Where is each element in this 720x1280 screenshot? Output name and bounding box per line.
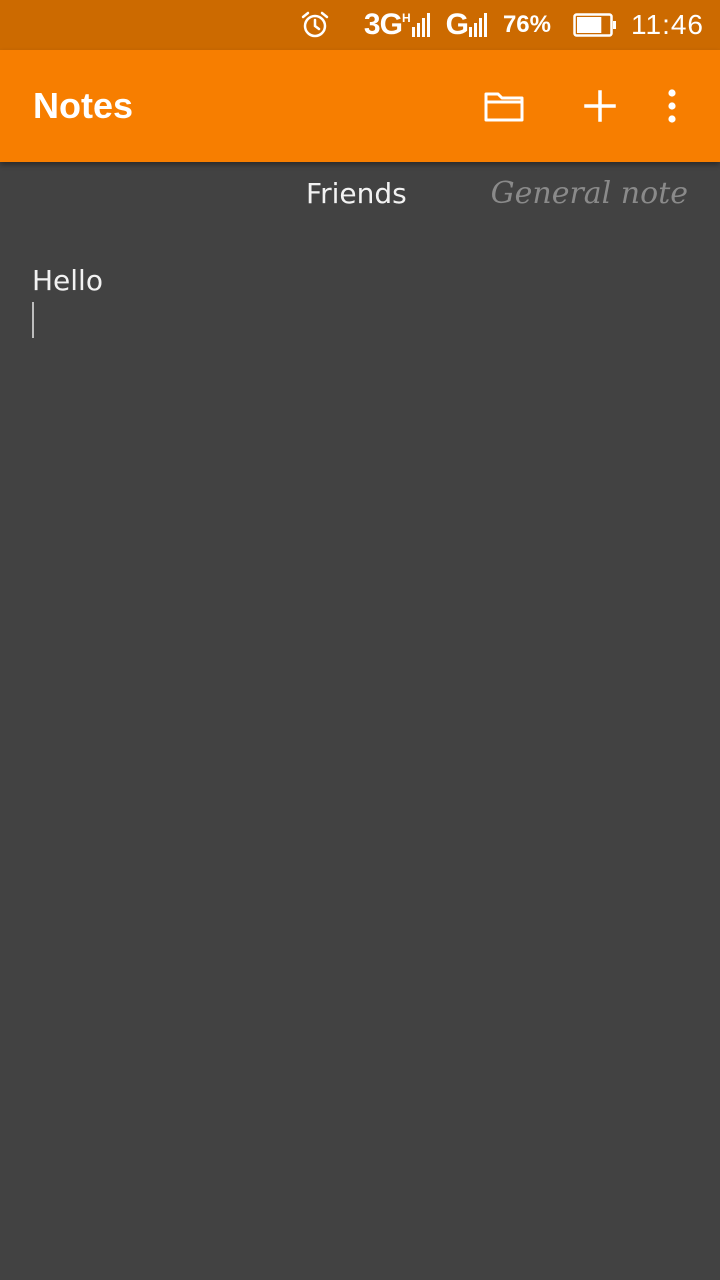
plus-icon [584,90,616,122]
network-h-label: H [401,11,411,25]
add-note-button[interactable] [572,78,628,134]
network-g-indicator: G [446,10,489,40]
signal-bars-icon [411,13,430,37]
text-cursor [32,302,34,338]
network-3g-indicator: 3G H [364,10,432,40]
alarm-clock-icon [301,11,329,38]
folder-icon [484,92,524,122]
app-title: Notes [33,85,134,126]
folder-button[interactable] [476,78,532,134]
battery-icon [573,13,616,37]
signal-bars-icon [468,13,487,37]
network-g-label: G [445,8,469,41]
app-bar: Notes [0,50,720,162]
note-text: Hello [32,264,103,297]
battery-percent: 76% [502,11,551,38]
category-tabs: Friends General note [0,162,720,228]
tab-friends[interactable]: Friends [306,174,407,214]
note-editor[interactable]: Hello [32,262,688,1242]
more-options-button[interactable] [644,78,700,134]
more-vertical-icon [668,89,676,123]
status-bar: 3G H G 76% 11:46 [0,0,720,50]
network-3g-label: 3G [363,8,403,41]
tab-general-note[interactable]: General note [491,174,688,214]
status-time: 11:46 [631,9,704,40]
